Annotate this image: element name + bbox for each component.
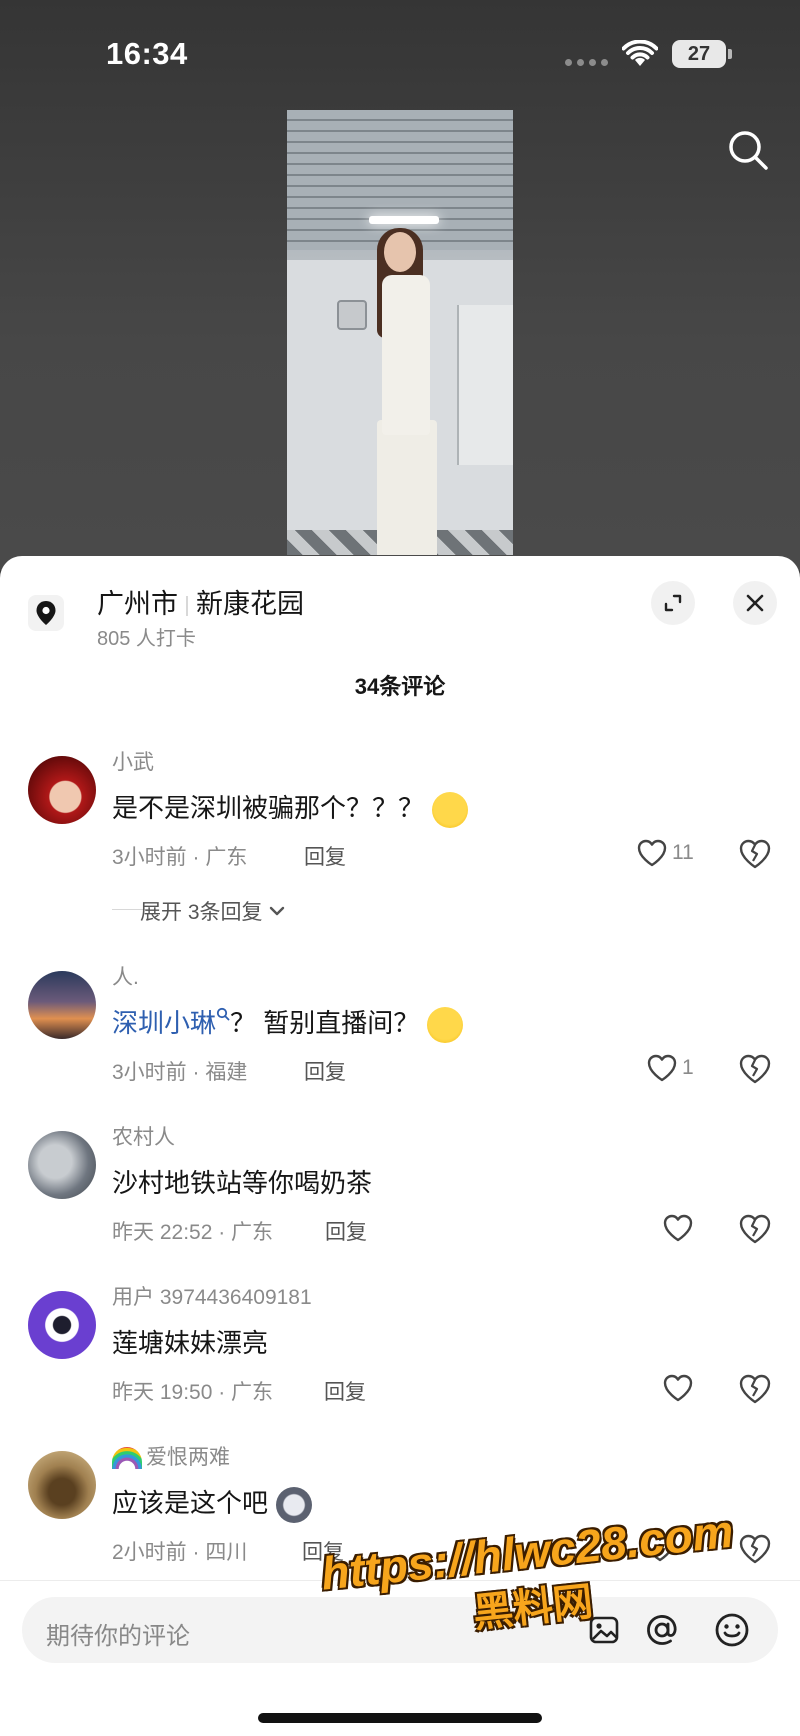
comment-username[interactable]: 爱恨两难 [112, 1441, 230, 1471]
dizzy-emoji-icon [432, 792, 469, 829]
comment-time-region: 昨天 19:50 · 广东 [112, 1381, 274, 1404]
comment-text-body: 是不是深圳被骗那个？？？ [112, 793, 425, 823]
comment-text-body: ？ 暂别直播间？ [230, 1008, 420, 1038]
chevron-down-icon [269, 906, 284, 916]
dislike-button[interactable] [738, 1213, 772, 1245]
rainbow-emoji-icon [112, 1447, 142, 1470]
location-city: 广州市 [97, 589, 178, 619]
comment-text: 是不是深圳被骗那个？？？ [112, 788, 469, 829]
search-icon [729, 131, 768, 170]
expand-replies-label: 展开 3条回复 [140, 901, 263, 924]
comment-text-body: 应该是这个吧 [112, 1488, 269, 1518]
avatar[interactable] [28, 1131, 96, 1199]
heart-icon [663, 1214, 693, 1242]
comment-count-title: 34条评论 [354, 674, 446, 699]
expand-replies-button[interactable]: 展开 3条回复 [140, 896, 287, 926]
status-time: 16:34 [106, 36, 188, 71]
expand-icon [664, 594, 682, 612]
location-title[interactable]: 广州市 新康花园 [97, 582, 304, 621]
location-button[interactable] [28, 595, 64, 631]
heart-icon [663, 1374, 693, 1402]
close-icon [746, 594, 764, 612]
pleading-emoji-icon [427, 1007, 464, 1044]
comment-text: 应该是这个吧 [112, 1483, 313, 1524]
search-icon [216, 1007, 230, 1021]
comment-time-region: 3小时前 · 广东 [112, 846, 248, 869]
home-indicator [258, 1713, 542, 1723]
location-divider [186, 595, 188, 616]
comment-text-body: 沙村地铁站等你喝奶茶 [112, 1168, 373, 1198]
battery-icon: 27 [672, 40, 732, 68]
heart-icon [637, 839, 667, 867]
comment-time-region: 2小时前 · 四川 [112, 1541, 248, 1564]
like-button[interactable] [662, 1373, 698, 1403]
status-bar: 16:34 27 [0, 0, 800, 100]
expand-button[interactable] [651, 581, 695, 625]
like-button[interactable]: 11 [636, 838, 694, 868]
broken-heart-icon [739, 1214, 771, 1244]
comment-time-region: 昨天 22:52 · 广东 [112, 1221, 274, 1244]
comment-text-body: 莲塘妹妹漂亮 [112, 1328, 269, 1358]
reply-button[interactable]: 回复 [304, 1056, 346, 1086]
broken-heart-icon [739, 1374, 771, 1404]
avatar[interactable] [28, 756, 96, 824]
search-button[interactable] [726, 128, 770, 172]
comment-text: 沙村地铁站等你喝奶茶 [112, 1163, 372, 1200]
like-button[interactable]: 1 [646, 1053, 694, 1083]
reply-button[interactable]: 回复 [304, 841, 346, 871]
emoji-button[interactable] [710, 1608, 754, 1652]
broken-heart-icon [739, 1054, 771, 1084]
broken-heart-icon [739, 839, 771, 869]
video-frame[interactable] [287, 110, 513, 555]
video-area: 16:34 27 [0, 0, 800, 570]
reply-button[interactable]: 回复 [325, 1216, 367, 1246]
location-pin-icon [36, 601, 56, 625]
comment-username[interactable]: 小武 [112, 746, 154, 776]
comment-time-region: 3小时前 · 福建 [112, 1061, 248, 1084]
reply-button[interactable]: 回复 [324, 1376, 366, 1406]
husky-emoji-icon [276, 1487, 313, 1524]
dislike-button[interactable] [738, 1053, 772, 1085]
like-count: 11 [672, 841, 694, 864]
wifi-icon [622, 40, 658, 66]
dislike-button[interactable] [738, 838, 772, 870]
comment-username-text: 爱恨两难 [146, 1446, 230, 1469]
checkin-count: 805 人打卡 [97, 628, 196, 650]
avatar[interactable] [28, 1291, 96, 1359]
heart-icon [647, 1054, 677, 1082]
comment-username[interactable]: 农村人 [112, 1121, 175, 1151]
comment-text: 莲塘妹妹漂亮 [112, 1323, 268, 1360]
like-count: 1 [682, 1056, 694, 1079]
dislike-button[interactable] [738, 1373, 772, 1405]
comment-username[interactable]: 人. [112, 961, 139, 991]
mention-link[interactable]: 深圳小琳 [112, 1008, 216, 1038]
close-button[interactable] [733, 581, 777, 625]
cellular-signal-icon [565, 59, 608, 66]
like-button[interactable] [662, 1213, 698, 1243]
avatar[interactable] [28, 971, 96, 1039]
comment-username[interactable]: 用户 3974436409181 [112, 1281, 312, 1311]
location-place: 新康花园 [196, 589, 304, 619]
comment-input-placeholder: 期待你的评论 [46, 1623, 190, 1650]
emoji-icon [715, 1613, 749, 1647]
comment-text: 深圳小琳 ？ 暂别直播间？ [112, 1003, 464, 1044]
avatar[interactable] [28, 1451, 96, 1519]
